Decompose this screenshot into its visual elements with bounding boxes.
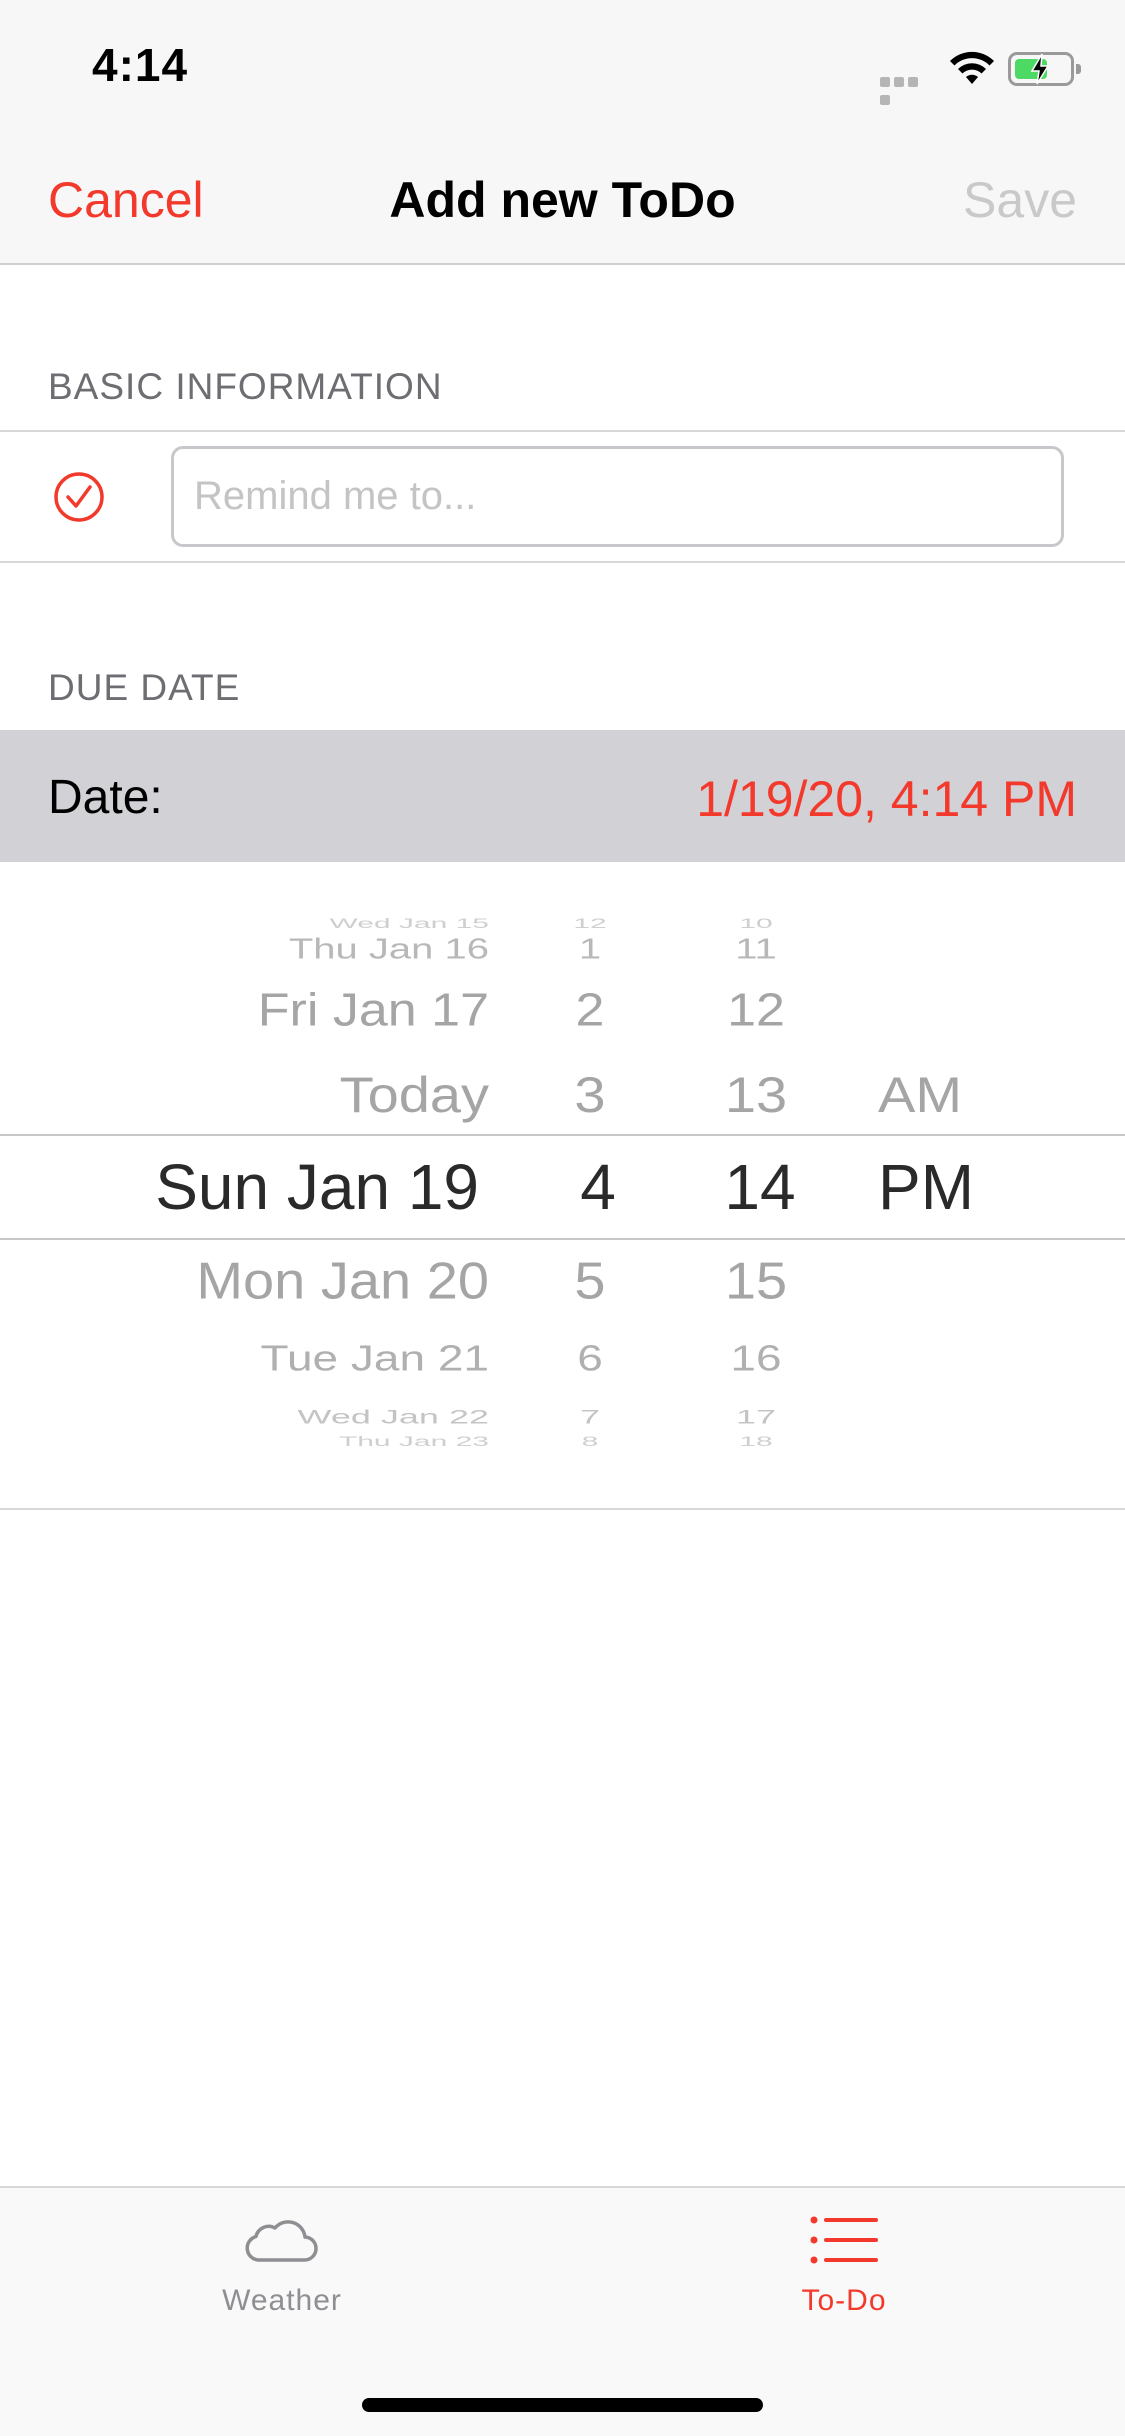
tab-weather[interactable]: Weather [132, 2212, 432, 2318]
tab-weather-label: Weather [222, 2284, 342, 2317]
picker-minute-selected[interactable]: 14 [720, 1150, 800, 1224]
picker-minute-option[interactable]: 13 [716, 1065, 796, 1124]
date-value[interactable]: 1/19/20, 4:14 PM [696, 770, 1077, 828]
picker-period-option[interactable]: AM [878, 1065, 962, 1124]
list-icon [810, 2216, 878, 2264]
home-indicator[interactable] [362, 2398, 763, 2412]
date-label: Date: [48, 771, 163, 824]
tab-todo[interactable]: To-Do [694, 2212, 994, 2318]
picker-hour-option[interactable]: 2 [560, 983, 620, 1037]
picker-hour-option[interactable]: 7 [560, 1405, 620, 1428]
picker-date-option[interactable]: Wed Jan 22 [298, 1405, 489, 1428]
picker-date-selected[interactable]: Sun Jan 19 [155, 1150, 479, 1224]
picker-date-option[interactable]: Thu Jan 16 [289, 933, 489, 965]
page-title: Add new ToDo [389, 172, 736, 228]
picker-minute-option[interactable]: 16 [716, 1337, 796, 1379]
picker-hour-option[interactable]: 8 [560, 1434, 620, 1449]
picker-minute-option[interactable]: 10 [716, 916, 796, 931]
picker-minute-option[interactable]: 15 [716, 1251, 796, 1311]
checkmark-circle-icon[interactable] [52, 470, 106, 524]
picker-hour-option[interactable]: 3 [560, 1065, 620, 1124]
picker-minute-option[interactable]: 18 [716, 1434, 796, 1449]
divider [0, 430, 1125, 432]
picker-date-option[interactable]: Thu Jan 23 [339, 1434, 489, 1449]
picker-selection-top-line [0, 1134, 1125, 1136]
picker-minute-option[interactable]: 12 [716, 983, 796, 1037]
picker-date-option[interactable]: Tue Jan 21 [261, 1337, 489, 1379]
reminder-input[interactable] [171, 446, 1064, 547]
battery-icon [1008, 52, 1081, 86]
picker-minute-option[interactable]: 17 [716, 1405, 796, 1428]
picker-date-option[interactable]: Wed Jan 15 [329, 916, 489, 931]
save-button[interactable]: Save [963, 171, 1077, 229]
picker-period-selected[interactable]: PM [878, 1150, 974, 1224]
section-header-basic-information: BASIC INFORMATION [48, 366, 443, 407]
section-header-due-date: DUE DATE [48, 667, 241, 708]
picker-hour-option[interactable]: 1 [560, 933, 620, 965]
picker-hour-option[interactable]: 5 [560, 1251, 620, 1311]
status-time: 4:14 [92, 39, 189, 91]
divider [0, 561, 1125, 563]
picker-minute-option[interactable]: 11 [716, 933, 796, 965]
picker-date-option[interactable]: Today [340, 1065, 489, 1124]
cellular-signal-icon [880, 74, 934, 105]
picker-date-option[interactable]: Fri Jan 17 [258, 983, 489, 1037]
tab-todo-label: To-Do [801, 2284, 887, 2317]
picker-date-option[interactable]: Mon Jan 20 [196, 1251, 489, 1311]
picker-selection-bottom-line [0, 1238, 1125, 1240]
divider [0, 1508, 1125, 1510]
picker-hour-selected[interactable]: 4 [568, 1150, 628, 1224]
cloud-icon [245, 2220, 318, 2262]
picker-hour-option[interactable]: 12 [560, 916, 620, 931]
wifi-icon [950, 51, 994, 84]
picker-hour-option[interactable]: 6 [560, 1337, 620, 1379]
